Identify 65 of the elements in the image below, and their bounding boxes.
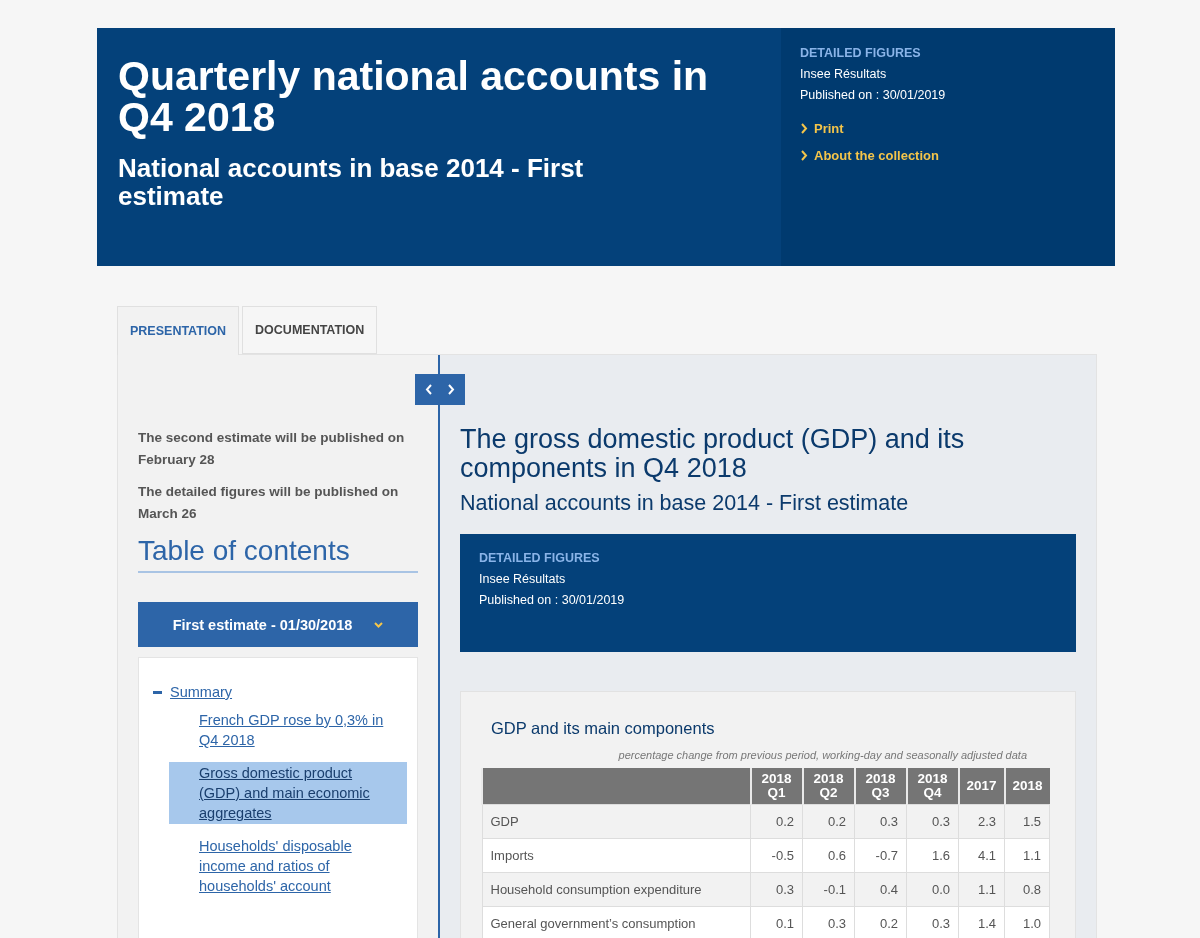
column-header: 2018 [1004,768,1050,805]
table-cell: 0.2 [854,906,907,938]
chevron-right-icon [447,384,455,395]
published-date: Published on : 30/01/2019 [800,88,947,102]
table-caption: percentage change from previous period, working-day and seasonally adjusted data [617,749,1027,761]
source-text: Insee Résultats [479,572,567,586]
chevron-left-icon [425,384,433,395]
chevron-right-icon [800,150,808,161]
table-cell: 0.1 [750,906,803,938]
previous-button[interactable] [425,384,433,395]
tab[interactable]: DOCUMENTATION [242,306,378,354]
table-cell: 0.3 [906,906,959,938]
table-cell: -0.1 [802,872,855,907]
column-header: 2018 Q3 [854,768,907,805]
table-cell: 0.2 [802,804,855,839]
info-link[interactable]: About the collection [800,148,939,163]
column-header: 2018 Q1 [750,768,803,805]
source-text: Insee Résultats [800,67,888,81]
next-button[interactable] [447,384,455,395]
publication-note: The detailed figures will be published on March 26 [138,483,400,523]
info-label: DETAILED FIGURES [479,551,601,565]
table-cell: 0.3 [906,804,959,839]
table-cell: 0.3 [802,906,855,938]
info-label: DETAILED FIGURES [800,46,922,60]
toc-item[interactable]: Gross domestic product (GDP) and main economic aggregates [169,762,407,824]
table-cell: 1.1 [1004,838,1050,873]
table-cell: 1.5 [1004,804,1050,839]
edition-dropdown[interactable]: First estimate - 01/30/2018 [138,602,418,647]
table-cell: 0.4 [854,872,907,907]
table-cell: 4.1 [958,838,1005,873]
table-cell: 0.6 [802,838,855,873]
table-title: GDP and its main components [491,719,716,738]
article-title: The gross domestic product (GDP) and its components in Q4 2018 [460,425,966,483]
row-label: General government’s consumption [482,906,751,938]
page-title: Quarterly national accounts in Q4 2018 [118,56,710,138]
tab[interactable]: PRESENTATION [117,306,240,355]
published-date: Published on : 30/01/2019 [479,593,626,607]
publication-note: The second estimate will be published on February 28 [138,429,406,469]
table-cell: 0.2 [750,804,803,839]
article-subtitle: National accounts in base 2014 - First estimate [460,491,910,516]
table-cell: 0.8 [1004,872,1050,907]
toc-item[interactable]: French GDP rose by 0,3% in Q4 2018 [169,710,407,750]
toc-item[interactable]: Households' disposable income and ratios of households' account [169,836,407,896]
table-cell: 0.3 [750,872,803,907]
column-header: 2018 Q2 [802,768,855,805]
table-cell: 1.6 [906,838,959,873]
table-cell: 1.4 [958,906,1005,938]
column-header: 2018 Q4 [906,768,959,805]
toc-section[interactable]: Summary [153,684,233,700]
row-label: Household consumption expenditure [482,872,751,907]
table-cell: 2.3 [958,804,1005,839]
section-label: Summary [170,684,233,700]
row-label: GDP [482,804,751,839]
info-link[interactable]: Print [800,121,844,136]
column-header: 2017 [958,768,1005,805]
page-subtitle: National accounts in base 2014 - First estimate [118,154,585,210]
caret-down-icon [374,621,384,628]
toc-title: Table of contents [138,535,418,573]
row-label: Imports [482,838,751,873]
table-cell: 0.3 [854,804,907,839]
table-cell: -0.7 [854,838,907,873]
table-cell: -0.5 [750,838,803,873]
table-cell: 0.0 [906,872,959,907]
table-cell: 1.1 [958,872,1005,907]
chevron-right-icon [800,123,808,134]
